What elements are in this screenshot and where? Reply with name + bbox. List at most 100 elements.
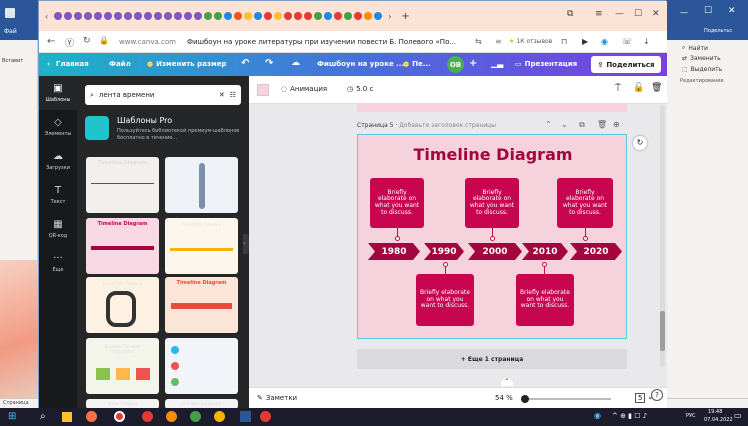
template-thumb[interactable]: Fiscal Path Timeline [86,277,159,333]
browser-maximize-icon[interactable]: ☐ [634,9,642,19]
replace-button[interactable]: ⇄ Заменить [682,55,721,62]
duration-button[interactable]: ◷ 5.0 с [347,85,373,93]
present-button[interactable]: ▭ Презентация [515,60,577,68]
yandex-browser-icon[interactable] [114,411,125,422]
page-down-icon[interactable]: ⌄ [561,120,568,129]
unlock-icon[interactable]: 🔓 [633,83,644,93]
reader-icon[interactable]: ≡ [495,37,502,46]
share-word-label[interactable]: Подельтьс [704,28,732,34]
tab-scroll-right-icon[interactable]: › [388,12,391,21]
add-page-title[interactable]: Добавьте заголовок страницы [399,122,496,129]
year-arrow[interactable]: 1980 [368,243,420,260]
scrollbar[interactable] [660,106,665,366]
word-taskbar-icon[interactable] [240,411,251,422]
firefox-icon[interactable] [86,411,97,422]
zoom-slider[interactable] [521,395,611,403]
find-button[interactable]: ⌕ Найти [682,44,708,52]
expand-pages-icon[interactable]: ⌃ [501,378,513,386]
cloud-icon[interactable]: ☁ [291,58,300,68]
notes-button[interactable]: ✎ Заметки [257,394,297,402]
notification-icon[interactable]: ▭ [734,411,742,420]
home-button[interactable]: ‹ Главная [47,60,89,68]
page-up-icon[interactable]: ⌃ [545,120,552,129]
word-file-tab[interactable]: Фай [4,28,17,35]
browser-menu-icon[interactable]: ≡ [595,9,603,19]
pro-title[interactable]: Шаблоны Pro [117,116,172,125]
animation-button[interactable]: ◌ Анимация [281,85,327,93]
maximize-icon[interactable]: ☐ [704,6,712,16]
analytics-icon[interactable]: ▁▃ [491,59,503,68]
app-icon[interactable] [214,411,225,422]
page-count[interactable]: 5 [635,393,646,403]
template-thumb[interactable]: Timeline Diagram [86,157,159,213]
template-thumb[interactable] [165,338,238,394]
duplicate-page-icon[interactable]: ⧉ [579,120,585,130]
add-user-icon[interactable]: + [469,58,477,69]
keyboard-language[interactable]: РУС [686,413,696,419]
app-icon[interactable] [190,411,201,422]
trash-icon[interactable]: 🗑 [651,83,662,93]
event-card[interactable]: Briefly elaborate on what you want to di… [516,274,574,326]
tray-icons[interactable]: ^ ⊕ ▮ ☐ ♪ [612,412,647,420]
translate-icon[interactable]: ⇆ [475,37,482,46]
extension-icon[interactable]: ◉ [601,37,608,46]
template-thumb[interactable]: Timeline Diagram [165,277,238,333]
save-icon[interactable] [5,8,15,18]
start-icon[interactable]: ⊞ [8,411,16,422]
app-icon[interactable] [166,411,177,422]
search-input[interactable]: ⌕ лента времени ✕ ☷ [85,85,241,105]
year-arrow[interactable]: 2000 [468,243,522,260]
search-icon[interactable]: ⌕ [40,411,46,422]
add-page-icon[interactable]: ⊕ [613,120,620,129]
filter-icon[interactable]: ☷ [230,91,236,99]
share-button[interactable]: ⇪ Поделиться [591,56,661,73]
tray-icon[interactable]: ◉ [594,411,601,420]
explorer-icon[interactable] [62,412,72,422]
timeline-page[interactable]: Timeline Diagram Briefly elaborate on wh… [357,134,627,339]
doc-menu[interactable]: ● Пе... [403,60,431,68]
reviews-button[interactable]: ★ 1К отзывов [509,38,552,45]
address-url[interactable]: www.canva.com [119,38,176,46]
alice-icon[interactable]: ▶ [582,37,588,46]
new-tab-icon[interactable]: + [401,11,409,22]
clock-time[interactable]: 19:48 [708,409,722,415]
event-card[interactable]: Briefly elaborate on what you want to di… [370,178,424,228]
back-icon[interactable]: ← [47,36,55,47]
help-button[interactable]: ? [651,389,663,401]
template-thumb[interactable]: Business Timeline Infographic [86,338,159,394]
rail-templates[interactable]: ▣ Шаблоны [39,76,77,110]
redo-icon[interactable]: ↷ [265,58,273,69]
avatar[interactable]: ОВ [447,56,464,73]
year-arrow[interactable]: 1990 [424,243,464,260]
scrollbar-thumb[interactable] [660,311,665,351]
bookmark-icon[interactable]: ⊓ [561,37,567,46]
clock-date[interactable]: 07.04.2022 [704,417,733,423]
template-thumb[interactable]: Fiscal Path Timeline [165,218,238,274]
page-title-address[interactable]: Фишбоун на уроке литературы при изучении… [187,38,456,46]
minimize-icon[interactable]: — [680,8,688,17]
browser-minimize-icon[interactable]: — [615,9,624,19]
reload-icon[interactable]: ↻ [83,36,91,46]
rail-more[interactable]: ··· Еще [39,246,77,280]
diagram-title[interactable]: Timeline Diagram [358,145,628,164]
file-menu[interactable]: Файл [109,60,131,68]
template-thumb[interactable] [165,157,238,213]
rail-qr[interactable]: ▦ QR-код [39,212,77,246]
browser-close-icon[interactable]: ✕ [652,9,660,19]
close-icon[interactable]: ✕ [728,6,736,16]
download-icon[interactable]: ↓ [643,37,650,46]
refresh-icon[interactable]: ↻ [633,136,647,150]
rail-elements[interactable]: ◇ Элементы [39,110,77,144]
yandex-icon[interactable] [142,411,153,422]
clear-icon[interactable]: ✕ [219,91,225,99]
tab-scroll-left-icon[interactable]: ‹ [45,12,48,21]
select-button[interactable]: ⬚ Выделить [682,66,722,73]
rail-uploads[interactable]: ☁ Загрузки [39,144,77,178]
event-card[interactable]: Briefly elaborate on what you want to di… [557,178,613,228]
app-icon[interactable] [260,411,271,422]
word-paste-label[interactable]: Вставит [2,58,23,64]
add-page-button[interactable]: + Еще 1 страница [357,349,627,369]
paint-roller-icon[interactable]: ⍑ [615,83,621,94]
year-arrow[interactable]: 2020 [570,243,622,260]
event-card[interactable]: Briefly elaborate on what you want to di… [465,178,519,228]
